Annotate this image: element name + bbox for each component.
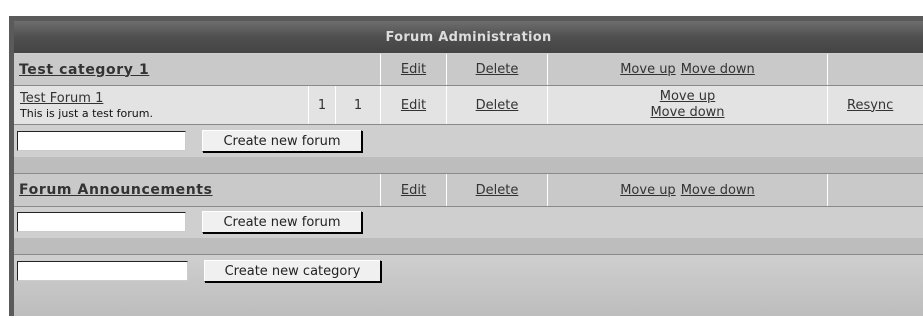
category-move-up-link[interactable]: Move up	[620, 183, 676, 198]
table-body: Forum Administration Test category 1 Edi…	[14, 21, 923, 316]
category-move-down-link[interactable]: Move down	[681, 183, 755, 198]
category-edit-link[interactable]: Edit	[401, 62, 426, 77]
table-header: Forum Administration	[14, 21, 923, 53]
category-spacer	[14, 157, 923, 173]
category-edit-link[interactable]: Edit	[401, 183, 426, 198]
category-row-1: Test category 1 Edit Delete Move up Move…	[14, 54, 923, 85]
forum-description: This is just a test forum.	[20, 107, 153, 120]
category-title-link[interactable]: Forum Announcements	[19, 182, 213, 198]
new-category-name-input[interactable]	[17, 261, 188, 281]
create-new-forum-button[interactable]: Create new forum	[202, 211, 362, 233]
page-title: Forum Administration	[385, 29, 552, 45]
new-forum-name-input[interactable]	[17, 212, 186, 232]
category-delete-link[interactable]: Delete	[476, 183, 519, 198]
create-forum-row-1: Create new forum	[14, 125, 923, 157]
create-category-row: Create new category	[14, 255, 923, 316]
forum-move-up-link[interactable]: Move up	[660, 89, 716, 105]
category-move-down-link[interactable]: Move down	[681, 62, 755, 77]
forum-move-down-link[interactable]: Move down	[650, 105, 724, 121]
forum-topics-count: 1	[317, 97, 327, 113]
category-move-up-link[interactable]: Move up	[620, 62, 676, 77]
create-new-category-button[interactable]: Create new category	[204, 260, 381, 282]
category-spacer	[14, 238, 923, 254]
forum-admin-table: Forum Administration Test category 1 Edi…	[9, 16, 923, 316]
category-row-2: Forum Announcements Edit Delete Move up …	[14, 174, 923, 206]
forum-edit-link[interactable]: Edit	[401, 98, 426, 113]
new-forum-name-input[interactable]	[17, 131, 186, 151]
forum-posts-count: 1	[353, 97, 363, 113]
category-delete-link[interactable]: Delete	[476, 62, 519, 77]
forum-name-link[interactable]: Test Forum 1	[20, 92, 103, 105]
category-title-link[interactable]: Test category 1	[19, 62, 149, 78]
forum-delete-link[interactable]: Delete	[476, 98, 519, 113]
create-new-forum-button[interactable]: Create new forum	[202, 130, 362, 152]
forum-resync-link[interactable]: Resync	[847, 98, 893, 113]
create-forum-row-2: Create new forum	[14, 207, 923, 238]
forum-row: Test Forum 1 This is just a test forum. …	[14, 86, 923, 124]
